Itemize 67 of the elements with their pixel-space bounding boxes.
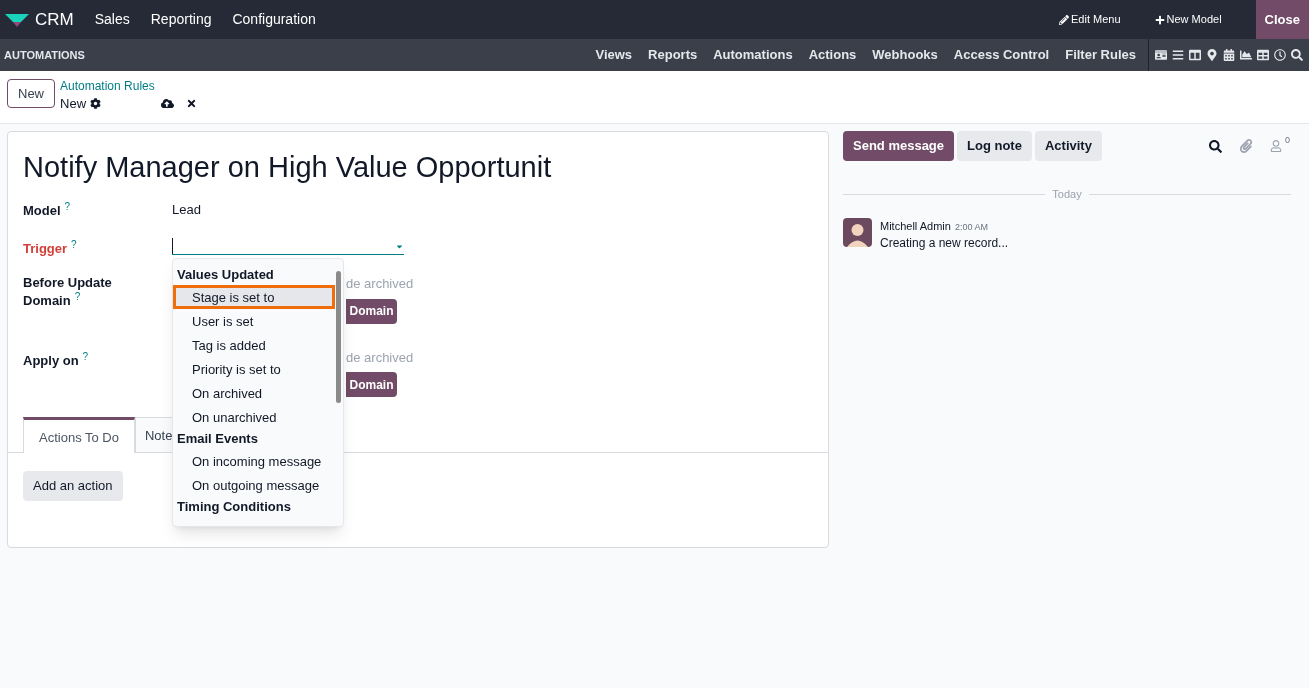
date-separator: Today xyxy=(1051,187,1083,202)
breadcrumb-link[interactable]: Automation Rules xyxy=(60,79,198,94)
pencil-icon xyxy=(1059,14,1070,25)
studio-title: AUTOMATIONS xyxy=(4,47,85,63)
studio-tab[interactable]: Actions xyxy=(808,45,857,65)
chatter-button[interactable]: Activity xyxy=(1034,131,1102,161)
follower-count: 0 xyxy=(1285,135,1290,145)
discard-icon[interactable] xyxy=(186,98,198,110)
avatar[interactable] xyxy=(843,217,872,247)
edit-domain-button[interactable]: Domain xyxy=(346,372,397,397)
scrollbar[interactable] xyxy=(336,271,341,403)
navbar-action[interactable]: New Model xyxy=(1154,11,1222,28)
studio-tab[interactable]: Automations xyxy=(713,45,793,65)
include-archived-text: de archived xyxy=(346,275,414,293)
studio-tab[interactable]: Views xyxy=(595,45,633,65)
add-action-button[interactable]: Add an action xyxy=(23,471,123,501)
chatter-button[interactable]: Log note xyxy=(957,131,1032,161)
menu-item[interactable]: Reporting xyxy=(150,9,212,30)
message-time: 2:00 AM xyxy=(954,220,988,234)
save-icon[interactable] xyxy=(161,97,175,111)
record-title[interactable]: Notify Manager on High Value Opportunit xyxy=(23,148,813,186)
notebook-tab[interactable]: Actions To Do xyxy=(23,417,135,453)
plus-icon xyxy=(1154,14,1165,25)
dropdown-option[interactable]: Priority is set to xyxy=(173,357,335,381)
field-label: Apply on $^{?}$ xyxy=(23,351,89,370)
map-pin-icon[interactable] xyxy=(1206,49,1218,61)
area-chart-icon[interactable] xyxy=(1240,49,1252,61)
table-icon[interactable] xyxy=(1257,49,1269,61)
menu-item[interactable]: Sales xyxy=(94,9,130,30)
option-group-header: Timing Conditions xyxy=(176,498,292,516)
close-button[interactable]: Close xyxy=(1255,0,1309,39)
include-archived-text: de archived xyxy=(346,348,414,367)
caret-icon xyxy=(395,242,404,251)
dropdown-option[interactable]: Tag is added xyxy=(173,333,335,357)
paperclip-icon[interactable] xyxy=(1239,139,1253,153)
field-label: Trigger $^{?}$ xyxy=(23,240,77,258)
calendar-icon[interactable] xyxy=(1223,49,1235,61)
studio-tab[interactable]: Filter Rules xyxy=(1065,45,1136,65)
dropdown-option[interactable]: User is set xyxy=(173,309,335,333)
message-body: Creating a new record... xyxy=(880,235,1009,252)
chatter-button[interactable]: Send message xyxy=(843,131,955,161)
dropdown-option[interactable]: On archived xyxy=(173,381,335,405)
studio-tab[interactable]: Webhooks xyxy=(872,45,938,65)
search-icon[interactable] xyxy=(1209,139,1222,153)
app-logo-icon[interactable] xyxy=(5,11,29,28)
list-icon[interactable] xyxy=(1172,49,1184,61)
id-card-icon[interactable] xyxy=(1155,49,1167,61)
message-author[interactable]: Mitchell Admin xyxy=(880,217,951,234)
navbar-action[interactable]: Edit Menu xyxy=(1059,11,1121,28)
gear-icon[interactable] xyxy=(90,98,102,110)
kanban-icon[interactable] xyxy=(1189,49,1201,61)
edit-domain-button[interactable]: Domain xyxy=(346,298,397,324)
dropdown-option[interactable]: On outgoing message xyxy=(173,473,335,497)
dropdown-option[interactable]: Stage is set to xyxy=(173,285,335,309)
option-group-header: Values Updated xyxy=(176,266,275,284)
clock-icon[interactable] xyxy=(1274,49,1286,61)
menu-item[interactable]: Configuration xyxy=(232,9,316,30)
field-label: Model $^{?}$ xyxy=(23,202,71,220)
new-button[interactable]: New xyxy=(7,79,55,108)
app-name[interactable]: CRM xyxy=(35,6,74,33)
field-label: Before Update Domain $^{?}$ xyxy=(23,274,113,310)
record-name: New xyxy=(60,95,87,113)
search-icon[interactable] xyxy=(1291,49,1303,61)
studio-tab[interactable]: Reports xyxy=(648,45,698,65)
studio-tab[interactable]: Access Control xyxy=(953,45,1050,65)
trigger-field[interactable] xyxy=(172,236,404,255)
field-value: Lead xyxy=(172,201,201,220)
